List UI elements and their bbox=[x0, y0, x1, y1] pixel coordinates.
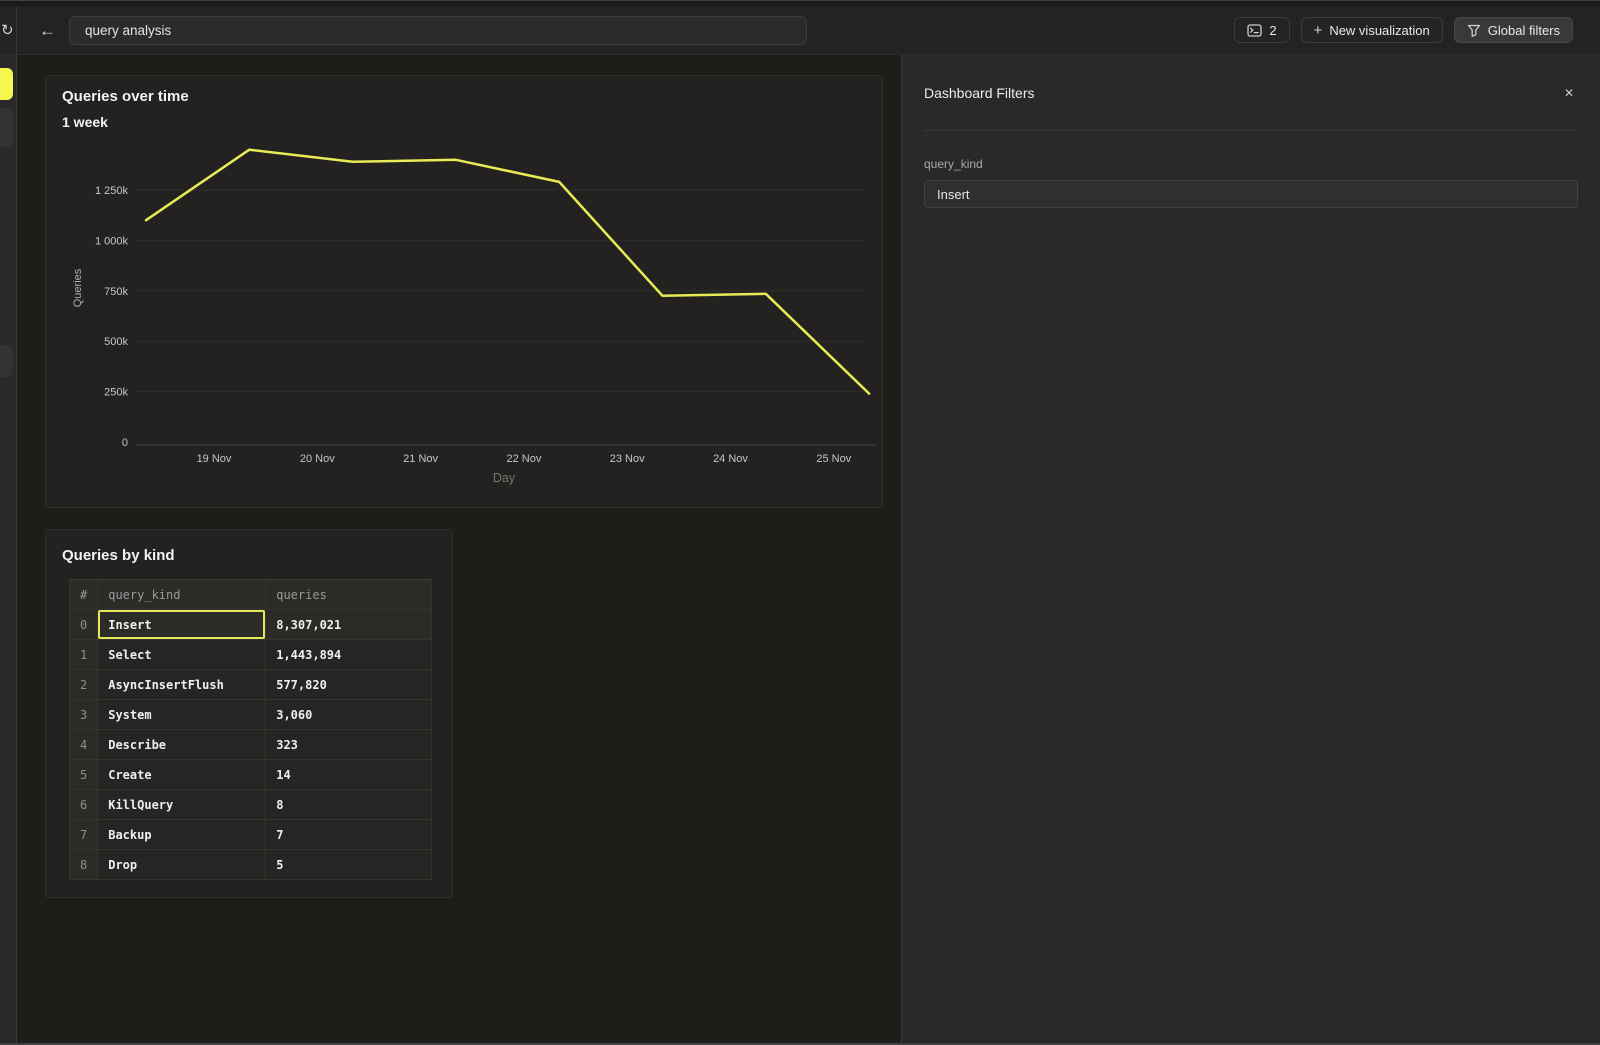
column-header-queries[interactable]: queries bbox=[266, 580, 432, 610]
close-icon[interactable]: ✕ bbox=[1560, 83, 1578, 103]
table-row: 8Drop5 bbox=[70, 850, 432, 880]
table-row: 3System3,060 bbox=[70, 700, 432, 730]
topbar-rail-cell: ↻ bbox=[0, 6, 17, 54]
query-kind-cell[interactable]: AsyncInsertFlush bbox=[98, 670, 266, 700]
queries-count-cell[interactable]: 577,820 bbox=[266, 670, 432, 700]
table-row: 6KillQuery8 bbox=[70, 790, 432, 820]
console-count: 2 bbox=[1269, 23, 1276, 38]
table-row: 7Backup7 bbox=[70, 820, 432, 850]
queries-count-cell[interactable]: 1,443,894 bbox=[266, 640, 432, 670]
refresh-icon[interactable]: ↻ bbox=[1, 21, 14, 39]
table-row: 1Select1,443,894 bbox=[70, 640, 432, 670]
row-index-cell: 4 bbox=[70, 730, 98, 760]
y-tick-label: 1 250k bbox=[95, 185, 129, 197]
x-tick-label: 19 Nov bbox=[197, 453, 232, 465]
queries-count-cell[interactable]: 8 bbox=[266, 790, 432, 820]
new-visualization-label: New visualization bbox=[1329, 23, 1429, 38]
left-rail bbox=[0, 55, 17, 1044]
table-header-row: #query_kindqueries bbox=[70, 580, 432, 610]
y-tick-label: 1 000k bbox=[95, 235, 129, 247]
table-row: 4Describe323 bbox=[70, 730, 432, 760]
queries-over-time-card: Queries over time 1 week Queries 1 250k1… bbox=[45, 75, 883, 508]
query-kind-cell[interactable]: Create bbox=[98, 760, 266, 790]
filters-panel-header: Dashboard Filters ✕ bbox=[924, 55, 1578, 131]
y-tick-label: 750k bbox=[104, 286, 128, 298]
queries-line-series bbox=[146, 150, 869, 394]
queries-count-cell[interactable]: 7 bbox=[266, 820, 432, 850]
x-tick-label: 24 Nov bbox=[713, 453, 748, 465]
rail-item-active[interactable] bbox=[0, 68, 13, 100]
rail-item-2[interactable] bbox=[0, 345, 13, 377]
topbar: ↻ ← 2 + New visualization Global filters bbox=[0, 6, 1600, 55]
table-row: 2AsyncInsertFlush577,820 bbox=[70, 670, 432, 700]
x-axis-title: Day bbox=[46, 471, 962, 485]
table-row: 0Insert8,307,021 bbox=[70, 610, 432, 640]
row-index-cell: 2 bbox=[70, 670, 98, 700]
query-kind-cell[interactable]: KillQuery bbox=[98, 790, 266, 820]
query-kind-cell[interactable]: System bbox=[98, 700, 266, 730]
query-kind-cell[interactable]: Backup bbox=[98, 820, 266, 850]
row-index-cell: 3 bbox=[70, 700, 98, 730]
column-header-query_kind[interactable]: query_kind bbox=[98, 580, 266, 610]
queries-count-cell[interactable]: 14 bbox=[266, 760, 432, 790]
queries-count-cell[interactable]: 5 bbox=[266, 850, 432, 880]
row-index-cell: 8 bbox=[70, 850, 98, 880]
row-index-cell: 7 bbox=[70, 820, 98, 850]
x-tick-label: 20 Nov bbox=[300, 453, 335, 465]
global-filters-button[interactable]: Global filters bbox=[1454, 17, 1573, 43]
row-index-cell: 6 bbox=[70, 790, 98, 820]
global-filters-label: Global filters bbox=[1488, 23, 1560, 38]
query-kind-filter-input[interactable] bbox=[924, 180, 1578, 208]
plus-icon: + bbox=[1314, 23, 1323, 38]
filter-field-label: query_kind bbox=[924, 157, 1578, 171]
row-index-cell: 5 bbox=[70, 760, 98, 790]
dashboard-filters-panel: Dashboard Filters ✕ query_kind bbox=[901, 55, 1600, 1044]
queries-by-kind-table: #query_kindqueries 0Insert8,307,0211Sele… bbox=[69, 579, 432, 880]
y-tick-label: 250k bbox=[104, 387, 128, 399]
table-title: Queries by kind bbox=[62, 547, 175, 564]
console-count-button[interactable]: 2 bbox=[1234, 17, 1289, 43]
new-visualization-button[interactable]: + New visualization bbox=[1301, 17, 1443, 43]
dashboard-canvas: Queries over time 1 week Queries 1 250k1… bbox=[17, 55, 901, 1044]
back-button[interactable]: ← bbox=[39, 22, 56, 39]
query-kind-cell[interactable]: Select bbox=[98, 640, 266, 670]
rail-item-1[interactable] bbox=[0, 108, 13, 147]
x-tick-label: 23 Nov bbox=[610, 453, 645, 465]
filter-funnel-icon bbox=[1467, 24, 1481, 37]
app-body: Queries over time 1 week Queries 1 250k1… bbox=[0, 55, 1600, 1044]
console-icon bbox=[1247, 24, 1262, 37]
filters-panel-title: Dashboard Filters bbox=[924, 85, 1035, 101]
query-kind-cell[interactable]: Insert bbox=[98, 610, 266, 640]
queries-by-kind-card: Queries by kind #query_kindqueries 0Inse… bbox=[45, 529, 453, 898]
row-index-cell: 0 bbox=[70, 610, 98, 640]
queries-count-cell[interactable]: 3,060 bbox=[266, 700, 432, 730]
dashboard-title-input[interactable] bbox=[69, 16, 807, 45]
y-tick-label: 500k bbox=[104, 336, 128, 348]
column-header-index[interactable]: # bbox=[70, 580, 98, 610]
row-index-cell: 1 bbox=[70, 640, 98, 670]
query-kind-cell[interactable]: Drop bbox=[98, 850, 266, 880]
table-row: 5Create14 bbox=[70, 760, 432, 790]
query-kind-cell[interactable]: Describe bbox=[98, 730, 266, 760]
y-tick-label: 0 bbox=[122, 437, 128, 449]
queries-count-cell[interactable]: 8,307,021 bbox=[266, 610, 432, 640]
x-tick-label: 25 Nov bbox=[816, 453, 851, 465]
queries-count-cell[interactable]: 323 bbox=[266, 730, 432, 760]
x-tick-label: 21 Nov bbox=[403, 453, 438, 465]
x-tick-label: 22 Nov bbox=[506, 453, 541, 465]
queries-over-time-plot[interactable]: 1 250k 1 000k 750k 500k 250k 0 19 Nov 20 Nov 21 … bbox=[46, 76, 884, 509]
